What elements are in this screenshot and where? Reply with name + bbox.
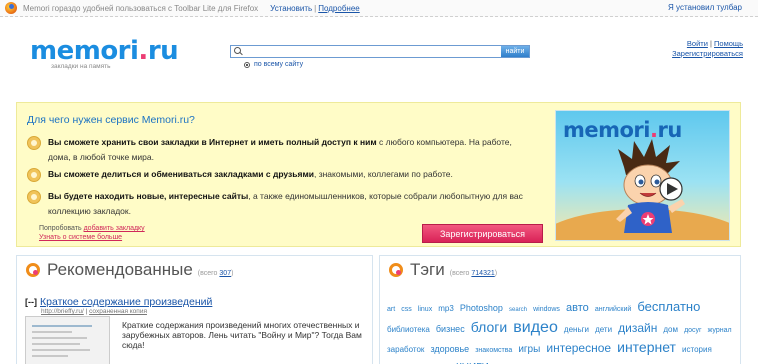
tag-link[interactable]: art <box>387 306 395 313</box>
tag-link[interactable]: английский <box>595 306 631 313</box>
help-link[interactable]: Помощь <box>714 39 743 48</box>
feature-text: , знакомыми, коллегами по работе. <box>313 169 453 179</box>
tag-link[interactable]: здоровье <box>430 344 469 354</box>
recommended-count-link[interactable]: 307 <box>219 270 231 277</box>
tag-link[interactable]: видео <box>513 319 558 336</box>
count-suffix: ) <box>494 270 498 277</box>
saved-copy-link[interactable]: сохраненная копия <box>89 308 147 315</box>
tag-link[interactable]: история <box>682 345 712 354</box>
article-title: [--] Краткое содержание произведений <box>25 296 212 308</box>
url-separator: | <box>85 308 88 315</box>
recommended-title-text: Рекомендованные <box>47 260 193 279</box>
firefox-icon <box>5 2 17 14</box>
tags-count: (всего 714321) <box>450 270 497 277</box>
tag-link[interactable]: авто <box>566 302 589 314</box>
tag-link[interactable]: дети <box>595 325 612 334</box>
tag-link[interactable]: css <box>401 306 412 313</box>
toolbar-more-link[interactable]: Подробнее <box>318 4 360 13</box>
tags-count-link[interactable]: 714321 <box>471 270 494 277</box>
logo-main: memori <box>30 36 139 66</box>
logo-dot: . <box>138 36 148 66</box>
article-thumbnail[interactable] <box>25 316 110 364</box>
tags-title-text: Тэги <box>410 260 445 279</box>
logo-tld: ru <box>147 36 179 66</box>
tags-panel: Тэги (всего 714321) art css linux mp3 Pho… <box>379 255 741 364</box>
search-input[interactable] <box>244 46 501 57</box>
toolbar-promo-message: Memori гораздо удобней пользоваться с To… <box>23 3 259 13</box>
mascot-illustration <box>616 139 685 233</box>
tag-link[interactable]: Photoshop <box>460 303 503 313</box>
tag-link[interactable]: библиотека <box>387 325 430 334</box>
add-bookmark-link[interactable]: добавить закладку <box>84 225 145 232</box>
tag-link[interactable]: знакомства <box>475 347 512 354</box>
auth-separator: | <box>709 39 712 48</box>
tag-link[interactable]: windows <box>533 306 560 313</box>
recommended-panel: Рекомендованные (всего 307) [--] Краткое с… <box>16 255 373 364</box>
feature-bold: Вы будете находить новые, интересные сай… <box>48 191 249 201</box>
recommended-title: Рекомендованные (всего 307) <box>47 260 233 280</box>
learn-more-link[interactable]: Узнать о системе больше <box>39 234 122 241</box>
share-icon <box>27 168 41 182</box>
article-url: http://brieffy.ru/ | сохраненная копия <box>41 308 147 315</box>
tag-link[interactable]: интернет <box>617 339 676 355</box>
tag-link[interactable]: деньги <box>564 325 589 334</box>
feature-item: Вы сможете делиться и обмениваться закла… <box>27 167 534 182</box>
search-scope-option[interactable]: по всему сайту <box>244 61 303 68</box>
tag-link[interactable]: блоги <box>471 319 507 335</box>
tag-link[interactable]: заработок <box>387 345 424 354</box>
tags-title: Тэги (всего 714321) <box>410 260 497 280</box>
site-logo[interactable]: memori.ru <box>30 36 179 66</box>
article-description: Краткие содержания произведений многих о… <box>122 320 362 350</box>
feature-item: Вы сможете хранить свои закладки в Интер… <box>27 135 534 165</box>
search-button[interactable]: найти <box>501 46 529 57</box>
about-title: Для чего нужен сервис Memori.ru? <box>27 114 195 126</box>
tag-link[interactable]: игры <box>518 344 540 355</box>
tag-link[interactable]: дизайн <box>618 321 657 335</box>
recommended-count: (всего 307) <box>198 270 234 277</box>
bookmark-icon <box>27 136 41 150</box>
install-toolbar-link[interactable]: Установить <box>270 4 312 13</box>
feature-bold: Вы сможете хранить свои закладки в Интер… <box>48 137 377 147</box>
article-link[interactable]: Краткое содержание произведений <box>40 296 212 308</box>
tag-link[interactable]: search <box>509 307 527 313</box>
tag-link[interactable]: бизнес <box>436 324 465 334</box>
tag-link[interactable]: mp3 <box>438 304 454 313</box>
collapse-toggle[interactable]: [--] <box>25 297 37 307</box>
count-prefix: (всего <box>449 270 470 277</box>
count-prefix: (всего <box>197 270 218 277</box>
tag-link[interactable]: интересное <box>546 341 611 355</box>
auth-links: Войти | Помощь Зарегистрироваться <box>672 39 743 59</box>
scope-label[interactable]: по всему сайту <box>254 61 303 68</box>
promo-banner: memori.ru <box>555 110 730 241</box>
toolbar-promo-bar: Memori гораздо удобней пользоваться с To… <box>0 0 758 17</box>
discover-icon <box>27 190 41 204</box>
about-service-panel: Для чего нужен сервис Memori.ru? Вы смож… <box>16 102 741 247</box>
tag-link[interactable]: бесплатно <box>637 299 700 314</box>
recommended-icon <box>26 263 40 277</box>
tag-link[interactable]: дом <box>663 325 678 334</box>
tag-link[interactable]: linux <box>418 306 432 313</box>
scope-radio[interactable] <box>244 61 250 68</box>
tag-link[interactable]: досуг <box>684 327 702 334</box>
article-url-link[interactable]: http://brieffy.ru/ <box>41 308 84 315</box>
site-tagline: закладки на память <box>51 63 111 70</box>
header-register-link[interactable]: Зарегистрироваться <box>672 49 743 58</box>
tag-cloud: art css linux mp3 Photoshop search windo… <box>387 298 739 364</box>
register-button[interactable]: Зарегистрироваться <box>422 224 543 243</box>
try-prefix: Попробовать <box>39 225 82 232</box>
toolbar-installed-link[interactable]: Я установил тулбар <box>668 3 742 12</box>
try-text: Попробовать добавить закладку <box>39 225 145 232</box>
tags-icon <box>389 263 403 277</box>
login-link[interactable]: Войти <box>687 39 708 48</box>
search-box: найти <box>230 45 530 58</box>
topbar-separator: | <box>314 3 317 13</box>
feature-item: Вы будете находить новые, интересные сай… <box>27 189 534 219</box>
search-icon <box>233 46 244 57</box>
feature-bold: Вы сможете делиться и обмениваться закла… <box>48 169 314 179</box>
tag-link[interactable]: журнал <box>708 327 732 334</box>
count-suffix: ) <box>231 270 234 277</box>
